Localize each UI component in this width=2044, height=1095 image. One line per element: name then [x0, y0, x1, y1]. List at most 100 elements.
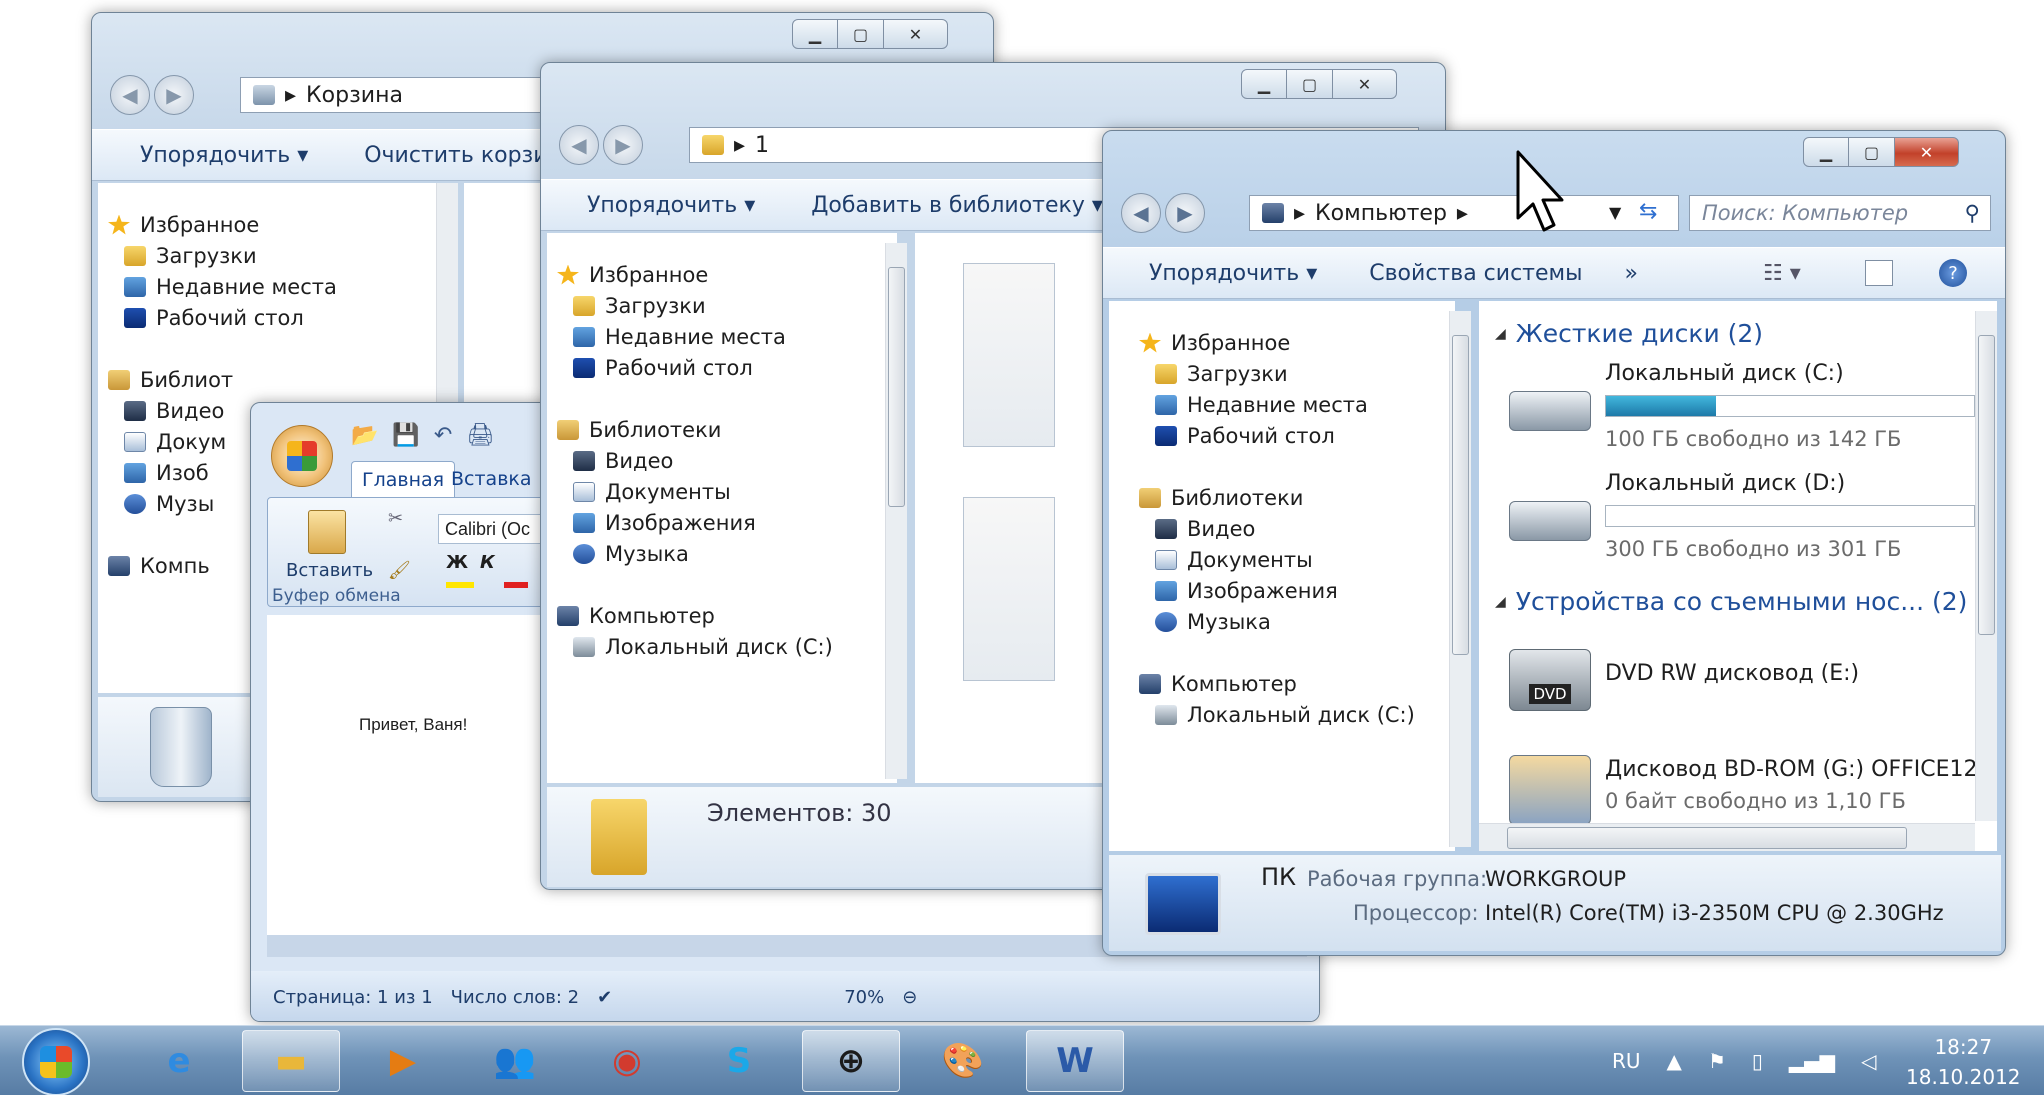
- volume-icon[interactable]: ◁: [1861, 1049, 1876, 1073]
- organize-button[interactable]: Упорядочить ▾: [140, 143, 308, 168]
- print-icon[interactable]: 🖨: [466, 423, 494, 448]
- organize-button[interactable]: Упорядочить ▾: [587, 193, 755, 218]
- zoom-level[interactable]: 70%: [844, 987, 884, 1008]
- forward-button[interactable]: ▶: [1165, 193, 1205, 233]
- group-header-removable[interactable]: ◢ Устройства со съемными нос... (2): [1495, 587, 1967, 616]
- close-button[interactable]: ✕: [1333, 69, 1397, 99]
- network-signal-icon[interactable]: ▂▄▆: [1789, 1049, 1835, 1073]
- minimize-button[interactable]: ▁: [1241, 69, 1287, 99]
- nav-item[interactable]: Загрузки: [557, 290, 897, 321]
- content-hscrollbar[interactable]: [1479, 823, 1975, 851]
- nav-item[interactable]: Локальный диск (C:): [1139, 699, 1455, 730]
- zoom-out-icon[interactable]: ⊖: [902, 987, 917, 1008]
- close-button[interactable]: ✕: [1895, 137, 1959, 167]
- nav-item[interactable]: Изображения: [557, 507, 897, 538]
- word-icon[interactable]: W: [1026, 1030, 1124, 1092]
- maximize-button[interactable]: ▢: [1287, 69, 1333, 99]
- forward-button[interactable]: ▶: [154, 75, 194, 115]
- tab-insert[interactable]: Вставка: [441, 461, 542, 497]
- search-input[interactable]: Поиск: Компьютер ⚲: [1689, 195, 1991, 231]
- status-words[interactable]: Число слов: 2: [451, 987, 579, 1008]
- paste-icon[interactable]: [308, 510, 346, 554]
- document-text[interactable]: Привет, Ваня!: [359, 715, 467, 735]
- nav-item[interactable]: Библиотеки: [1139, 482, 1455, 513]
- back-button[interactable]: ◀: [559, 125, 599, 165]
- nav-item[interactable]: Загрузки: [1139, 358, 1455, 389]
- view-options-icon[interactable]: ☷ ▾: [1763, 261, 1801, 286]
- people-icon[interactable]: 👥: [466, 1030, 564, 1092]
- media-player-icon[interactable]: ▶: [354, 1030, 452, 1092]
- nav-item[interactable]: Недавние места: [108, 271, 444, 302]
- back-button[interactable]: ◀: [110, 75, 150, 115]
- more-commands-button[interactable]: »: [1624, 261, 1637, 286]
- explorer-folder-icon[interactable]: ▬: [242, 1030, 340, 1092]
- drive-item[interactable]: Локальный диск (C:) 100 ГБ свободно из 1…: [1479, 357, 1975, 465]
- internet-explorer-icon[interactable]: e: [130, 1030, 228, 1092]
- start-button[interactable]: [22, 1028, 90, 1095]
- paint-icon[interactable]: 🎨: [914, 1030, 1012, 1092]
- cut-icon[interactable]: ✂: [388, 508, 403, 529]
- battery-icon[interactable]: ▯: [1752, 1049, 1763, 1073]
- file-thumbnail[interactable]: [963, 263, 1055, 447]
- clock[interactable]: 18:27 18.10.2012: [1906, 1032, 2021, 1092]
- nav-item[interactable]: Рабочий стол: [557, 352, 897, 383]
- globe-app-icon[interactable]: ⊕: [802, 1030, 900, 1092]
- show-hidden-icons-icon[interactable]: ▲: [1667, 1049, 1682, 1073]
- add-to-library-button[interactable]: Добавить в библиотеку ▾: [811, 193, 1103, 218]
- nav-item[interactable]: Библиотеки: [557, 414, 897, 445]
- nav-item[interactable]: Избранное: [1139, 327, 1455, 358]
- bold-button[interactable]: Ж: [446, 552, 468, 573]
- hscroll-thumb[interactable]: [1507, 827, 1907, 849]
- maximize-button[interactable]: ▢: [838, 19, 884, 49]
- scroll-thumb[interactable]: [888, 267, 905, 507]
- forward-button[interactable]: ▶: [603, 125, 643, 165]
- drive-item[interactable]: Локальный диск (D:) 300 ГБ свободно из 3…: [1479, 467, 1975, 575]
- nav-item[interactable]: Библиот: [108, 364, 444, 395]
- nav-item[interactable]: Документы: [557, 476, 897, 507]
- close-button[interactable]: ✕: [884, 19, 948, 49]
- open-icon[interactable]: 📂: [351, 423, 378, 448]
- preview-pane-icon[interactable]: [1865, 260, 1893, 286]
- help-icon[interactable]: ?: [1939, 259, 1967, 287]
- system-properties-button[interactable]: Свойства системы: [1369, 261, 1582, 286]
- address-dropdown-icon[interactable]: ▼: [1609, 203, 1621, 222]
- paste-button[interactable]: Вставить: [286, 560, 373, 581]
- nav-item[interactable]: Документы: [1139, 544, 1455, 575]
- nav-item[interactable]: Видео: [557, 445, 897, 476]
- save-icon[interactable]: 💾: [392, 423, 419, 448]
- nav-item[interactable]: Компьютер: [1139, 668, 1455, 699]
- nav-scrollbar[interactable]: [885, 243, 907, 779]
- language-indicator[interactable]: RU: [1612, 1049, 1641, 1073]
- scroll-thumb[interactable]: [1978, 335, 1995, 635]
- scroll-thumb[interactable]: [1452, 335, 1469, 655]
- refresh-icon[interactable]: ⇆: [1639, 199, 1657, 224]
- italic-button[interactable]: К: [480, 552, 495, 573]
- nav-item[interactable]: Компьютер: [557, 600, 897, 631]
- action-center-flag-icon[interactable]: ⚑: [1708, 1049, 1726, 1073]
- group-header-hdd[interactable]: ◢ Жесткие диски (2): [1495, 319, 1763, 348]
- office-button[interactable]: [271, 425, 333, 487]
- proofing-icon[interactable]: ✔: [597, 987, 612, 1008]
- file-thumbnail[interactable]: [963, 497, 1055, 681]
- minimize-button[interactable]: ▁: [1803, 137, 1849, 167]
- computer-window[interactable]: ▁ ▢ ✕ ◀ ▶ ▸ Компьютер ▸ ▼ ⇆ Поиск: Компь…: [1102, 130, 2006, 956]
- dvd-drive-item[interactable]: DVD DVD RW дисковод (E:): [1479, 631, 1975, 727]
- font-color-icon[interactable]: [504, 582, 528, 588]
- nav-item[interactable]: Видео: [1139, 513, 1455, 544]
- nav-item[interactable]: Недавние места: [1139, 389, 1455, 420]
- maximize-button[interactable]: ▢: [1849, 137, 1895, 167]
- nav-item[interactable]: Изображения: [1139, 575, 1455, 606]
- nav-item[interactable]: Рабочий стол: [1139, 420, 1455, 451]
- nav-item[interactable]: Недавние места: [557, 321, 897, 352]
- undo-icon[interactable]: ↶: [434, 423, 452, 448]
- chrome-icon[interactable]: ◉: [578, 1030, 676, 1092]
- back-button[interactable]: ◀: [1121, 193, 1161, 233]
- nav-item[interactable]: Избранное: [108, 209, 444, 240]
- organize-button[interactable]: Упорядочить ▾: [1149, 261, 1317, 286]
- tab-home[interactable]: Главная: [351, 461, 456, 497]
- nav-item[interactable]: Локальный диск (C:): [557, 631, 897, 662]
- highlight-icon[interactable]: [446, 582, 474, 588]
- minimize-button[interactable]: ▁: [792, 19, 838, 49]
- nav-item[interactable]: Загрузки: [108, 240, 444, 271]
- nav-item[interactable]: Музыка: [557, 538, 897, 569]
